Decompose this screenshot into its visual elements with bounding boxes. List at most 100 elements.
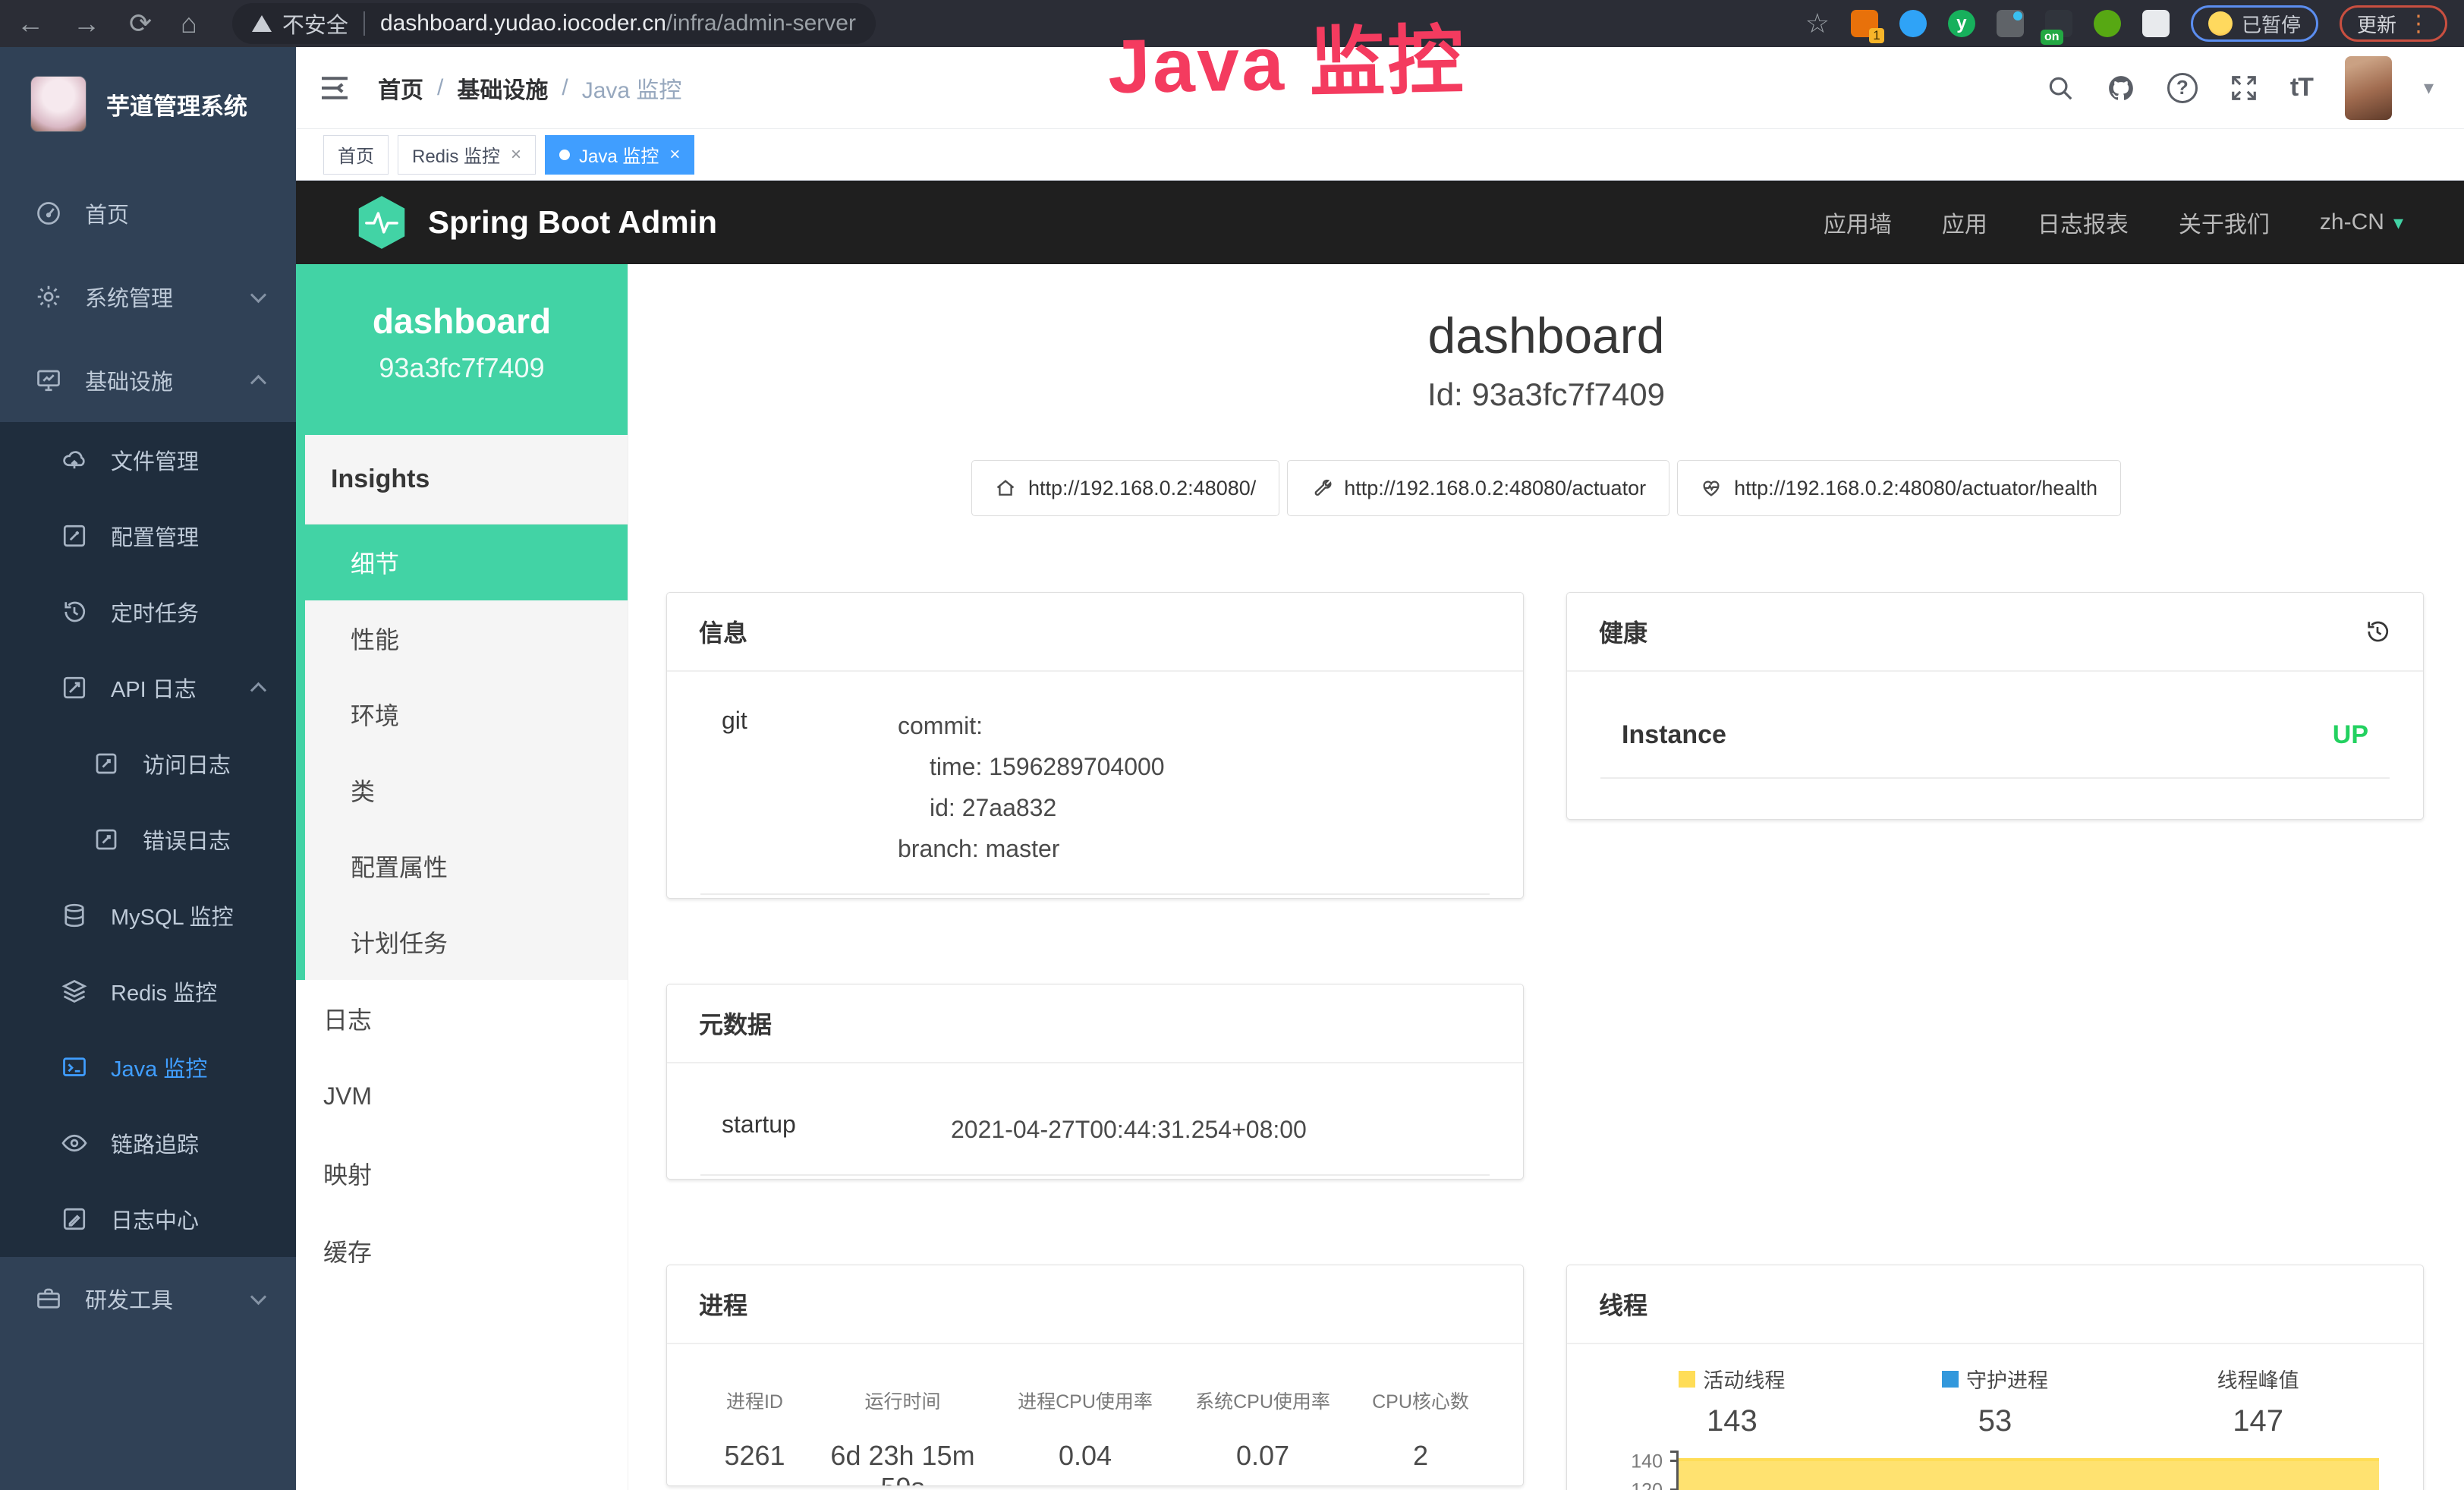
sidebar-item-config-management[interactable]: 配置管理 bbox=[0, 498, 296, 574]
extension-grid-icon[interactable] bbox=[1997, 10, 2024, 37]
sidebar-item-file-management[interactable]: 文件管理 bbox=[0, 422, 296, 498]
update-button[interactable]: 更新 ⋮ bbox=[2340, 5, 2447, 42]
text-size-icon[interactable]: tT bbox=[2290, 73, 2313, 102]
breadcrumb-item[interactable]: 基础设施 bbox=[457, 71, 548, 105]
git-branch: branch: master bbox=[898, 828, 1490, 869]
status-badge: UP bbox=[2333, 720, 2368, 750]
sidebar-item-system-management[interactable]: 系统管理 bbox=[0, 255, 296, 339]
sba-menu-environment[interactable]: 环境 bbox=[305, 676, 628, 752]
user-avatar[interactable] bbox=[2345, 56, 2392, 120]
process-uptime-col: 运行时间 6d 23h 15m 59s bbox=[809, 1387, 996, 1486]
github-icon[interactable] bbox=[2107, 74, 2135, 102]
health-url-button[interactable]: http://192.168.0.2:48080/actuator/health bbox=[1677, 460, 2121, 516]
help-icon[interactable]: ? bbox=[2167, 73, 2198, 103]
browser-forward-icon[interactable]: → bbox=[73, 8, 100, 39]
sidebar-item-scheduled-tasks[interactable]: 定时任务 bbox=[0, 574, 296, 650]
info-card-title: 信息 bbox=[667, 593, 1523, 672]
tag-redis-monitor[interactable]: Redis 监控 × bbox=[398, 135, 536, 175]
sba-nav-wallboard[interactable]: 应用墙 bbox=[1824, 206, 1892, 239]
metadata-card: 元数据 startup 2021-04-27T00:44:31.254+08:0… bbox=[666, 984, 1524, 1180]
sidebar-item-access-logs[interactable]: 访问日志 bbox=[0, 726, 296, 802]
process-card: 进程 进程ID 5261 运行时间 6d 23h 15m 59 bbox=[666, 1265, 1524, 1486]
breadcrumb-separator: / bbox=[437, 75, 443, 101]
sba-menu-jvm[interactable]: JVM bbox=[296, 1057, 628, 1135]
browser-toolbar: ← → ⟳ ⌂ 不安全 dashboard.yudao.iocoder.cn /… bbox=[0, 0, 2464, 47]
process-col-label: CPU核心数 bbox=[1352, 1387, 1490, 1414]
extension-switch-icon[interactable]: on bbox=[2045, 10, 2072, 37]
sidebar-item-label: MySQL 监控 bbox=[111, 899, 234, 931]
tag-home[interactable]: 首页 bbox=[323, 135, 389, 175]
sba-menu-metrics[interactable]: 性能 bbox=[305, 600, 628, 676]
paused-badge[interactable]: 已暂停 bbox=[2191, 5, 2318, 42]
sba-menu-caches[interactable]: 缓存 bbox=[296, 1212, 628, 1290]
sidebar-item-redis-monitor[interactable]: Redis 监控 bbox=[0, 953, 296, 1029]
axis-tick bbox=[1670, 1451, 1676, 1453]
tag-close-icon[interactable]: × bbox=[669, 144, 680, 165]
git-commit-line: commit: bbox=[898, 705, 1490, 746]
sba-menu-details[interactable]: 细节 bbox=[296, 524, 628, 600]
peak-threads-label: 线程峰值 bbox=[2217, 1364, 2299, 1394]
insights-section-label: Insights bbox=[305, 435, 628, 524]
browser-home-icon[interactable]: ⌂ bbox=[181, 8, 197, 39]
doc-edit-icon bbox=[93, 750, 120, 777]
system-cpu-col: 系统CPU使用率 0.07 bbox=[1174, 1387, 1352, 1486]
sidebar-item-trace[interactable]: 链路追踪 bbox=[0, 1105, 296, 1181]
actuator-url-label: http://192.168.0.2:48080/actuator bbox=[1344, 477, 1646, 500]
process-pid-col: 进程ID 5261 bbox=[700, 1387, 809, 1486]
sidebar-item-error-logs[interactable]: 错误日志 bbox=[0, 802, 296, 877]
chevron-down-icon bbox=[250, 287, 266, 303]
extension-y-icon[interactable]: y bbox=[1948, 10, 1975, 37]
bookmark-star-icon[interactable]: ☆ bbox=[1805, 8, 1830, 39]
sidebar-item-dev-tools[interactable]: 研发工具 bbox=[0, 1257, 296, 1340]
briefcase-icon bbox=[35, 1285, 62, 1312]
tag-java-monitor[interactable]: Java 监控 × bbox=[545, 135, 694, 175]
log-edit-icon bbox=[61, 674, 88, 701]
health-card-title: 健康 bbox=[1599, 614, 1647, 649]
extension-pin-icon[interactable] bbox=[1899, 10, 1927, 37]
history-icon[interactable] bbox=[2364, 618, 2391, 645]
insights-group: Insights 细节 性能 环境 类 配置属性 计划任务 bbox=[296, 435, 628, 980]
app-logo-row[interactable]: 芋道管理系统 bbox=[0, 47, 296, 161]
address-bar[interactable]: 不安全 dashboard.yudao.iocoder.cn /infra/ad… bbox=[232, 3, 876, 44]
sidebar-item-label: Redis 监控 bbox=[111, 975, 217, 1007]
sidebar-fold-icon[interactable] bbox=[319, 75, 351, 101]
fullscreen-icon[interactable] bbox=[2230, 74, 2258, 102]
sba-menu-logs[interactable]: 日志 bbox=[296, 980, 628, 1057]
browser-menu-icon[interactable]: ⋮ bbox=[2407, 11, 2430, 37]
breadcrumb-item[interactable]: 首页 bbox=[378, 71, 423, 105]
tag-close-icon[interactable]: × bbox=[511, 144, 521, 165]
active-threads-value: 143 bbox=[1600, 1404, 1864, 1438]
process-col-value: 0.04 bbox=[996, 1440, 1174, 1472]
sba-locale-select[interactable]: zh-CN ▾ bbox=[2320, 209, 2403, 235]
sidebar-item-log-center[interactable]: 日志中心 bbox=[0, 1181, 296, 1257]
sba-nav-about[interactable]: 关于我们 bbox=[2179, 206, 2270, 239]
sidebar-item-mysql-monitor[interactable]: MySQL 监控 bbox=[0, 877, 296, 953]
extensions-puzzle-icon[interactable] bbox=[2142, 10, 2170, 37]
sba-menu-config-props[interactable]: 配置属性 bbox=[305, 828, 628, 904]
extension-refresh-icon[interactable]: 1 bbox=[1851, 10, 1878, 37]
process-col-value: 0.07 bbox=[1174, 1440, 1352, 1472]
instance-id: 93a3fc7f7409 bbox=[296, 352, 628, 384]
sba-nav-applications[interactable]: 应用 bbox=[1942, 206, 1987, 239]
actuator-url-button[interactable]: http://192.168.0.2:48080/actuator bbox=[1287, 460, 1669, 516]
instance-header[interactable]: dashboard 93a3fc7f7409 bbox=[296, 264, 628, 435]
process-col-label: 运行时间 bbox=[809, 1387, 996, 1414]
sidebar-item-infrastructure[interactable]: 基础设施 bbox=[0, 339, 296, 422]
sba-menu-classes[interactable]: 类 bbox=[305, 752, 628, 828]
sba-brand-title[interactable]: Spring Boot Admin bbox=[428, 204, 717, 241]
sba-nav-journal[interactable]: 日志报表 bbox=[2038, 206, 2129, 239]
sidebar-item-java-monitor[interactable]: Java 监控 bbox=[0, 1029, 296, 1105]
browser-back-icon[interactable]: ← bbox=[17, 8, 44, 39]
sidebar-item-api-logs[interactable]: API 日志 bbox=[0, 650, 296, 726]
metadata-card-title: 元数据 bbox=[667, 984, 1523, 1063]
app-logo-image bbox=[30, 76, 87, 132]
sba-menu-scheduled-tasks[interactable]: 计划任务 bbox=[305, 904, 628, 980]
service-url-button[interactable]: http://192.168.0.2:48080/ bbox=[971, 460, 1279, 516]
avatar-caret-icon[interactable]: ▾ bbox=[2424, 76, 2434, 99]
extension-leaf-icon[interactable] bbox=[2094, 10, 2121, 37]
sba-header: Spring Boot Admin 应用墙 应用 日志报表 关于我们 zh-CN… bbox=[296, 181, 2464, 264]
sba-menu-mappings[interactable]: 映射 bbox=[296, 1135, 628, 1212]
search-icon[interactable] bbox=[2046, 74, 2075, 102]
sidebar-item-home[interactable]: 首页 bbox=[0, 172, 296, 255]
browser-reload-icon[interactable]: ⟳ bbox=[129, 8, 152, 39]
